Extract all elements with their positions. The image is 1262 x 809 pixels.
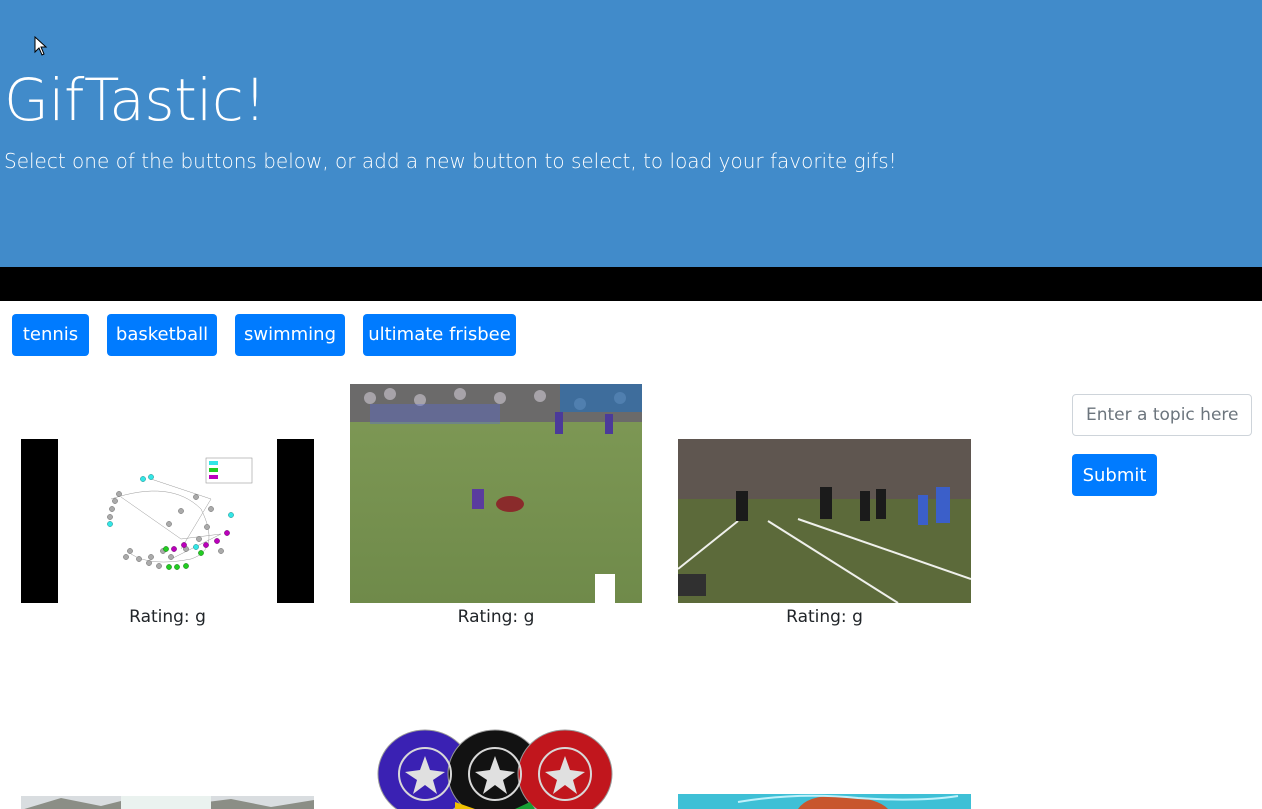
gif-image[interactable] — [350, 722, 642, 809]
gif-image[interactable] — [350, 384, 642, 603]
topic-button-swimming[interactable]: swimming — [235, 314, 345, 356]
mouse-cursor-icon — [34, 36, 48, 56]
page-title: GifTastic! — [4, 66, 267, 134]
page-header: GifTastic! Select one of the buttons bel… — [0, 0, 1262, 267]
divider-bar — [0, 267, 1262, 301]
gif-rating: Rating: g — [786, 607, 863, 627]
topic-button-ultimate-frisbee[interactable]: ultimate frisbee — [363, 314, 516, 356]
gif-image[interactable] — [678, 794, 971, 809]
page-subtitle: Select one of the buttons below, or add … — [4, 149, 897, 173]
topic-button-tennis[interactable]: tennis — [12, 314, 89, 356]
gif-image[interactable] — [678, 439, 971, 603]
topic-input[interactable] — [1072, 394, 1252, 436]
gif-image[interactable] — [21, 439, 314, 603]
gif-rating: Rating: g — [129, 607, 206, 627]
submit-button[interactable]: Submit — [1072, 454, 1157, 496]
gif-rating: Rating: g — [457, 607, 535, 627]
topic-button-basketball[interactable]: basketball — [107, 314, 217, 356]
gif-image[interactable] — [21, 795, 314, 809]
